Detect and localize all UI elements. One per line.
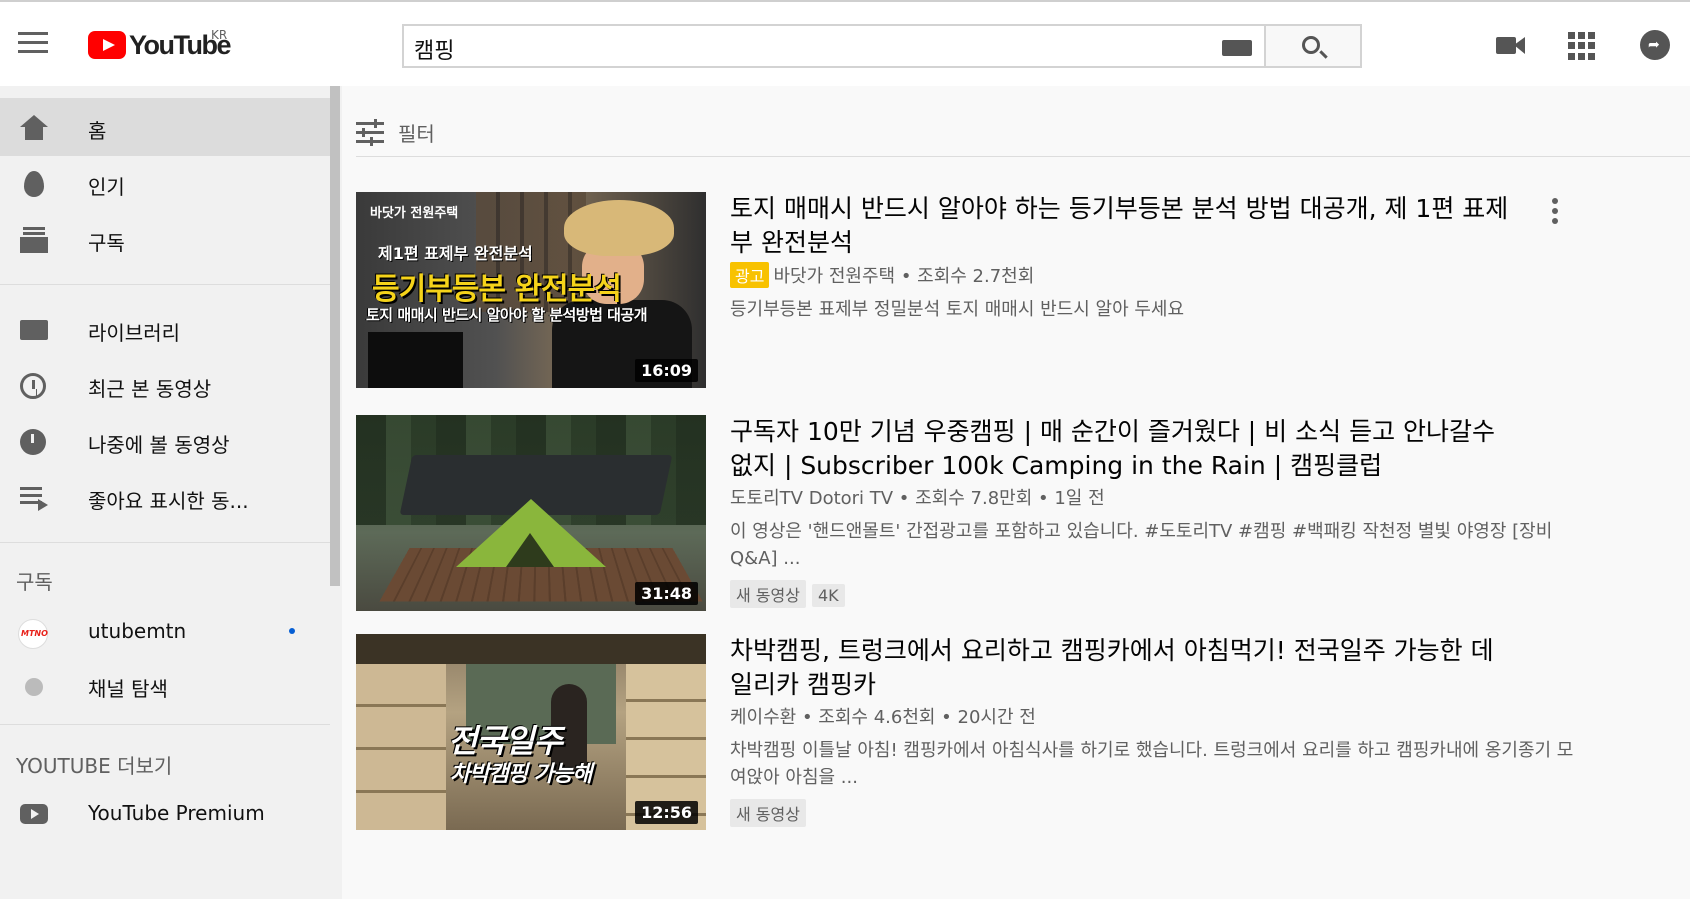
home-icon [20, 115, 48, 141]
video-duration: 16:09 [635, 359, 698, 382]
thumbnail-text: 바닷가 전원주택 [370, 206, 459, 221]
sidebar-item-label: 나중에 볼 동영상 [88, 433, 230, 457]
new-content-dot [289, 628, 295, 634]
keyboard-icon[interactable] [1222, 40, 1252, 56]
sidebar-item-history[interactable]: 최근 본 동영상 [0, 356, 330, 414]
sidebar-item-label: YouTube Premium [88, 801, 265, 825]
sidebar-divider [0, 724, 330, 725]
history-icon [20, 373, 46, 399]
folder-icon [20, 320, 48, 340]
video-meta: 케이수환 • 조회수 4.6천회 • 20시간 전 [730, 707, 1036, 728]
video-description: 이 영상은 '핸드앤몰트' 간접광고를 포함하고 있습니다. #도토리TV #캠… [730, 521, 1553, 569]
video-badges: 새 동영상 4K [730, 580, 851, 608]
video-badges: 새 동영상 [730, 799, 812, 827]
sidebar-item-label: utubemtn [88, 619, 187, 643]
thumbnail-text: 등기부등본 완전분석 [372, 272, 622, 307]
youtube-play-icon [88, 31, 126, 59]
sidebar-divider [0, 542, 330, 543]
new-video-badge: 새 동영상 [730, 580, 806, 608]
fire-icon [24, 171, 44, 197]
clock-icon [20, 429, 46, 455]
youtube-icon [20, 804, 48, 824]
sidebar-item-trending[interactable]: 인기 [0, 154, 330, 212]
thumbnail-text: 토지 매매시 반드시 알아야 할 분석방법 대공개 [366, 306, 648, 324]
video-title[interactable]: 구독자 10만 기념 우중캠핑 | 매 순간이 즐거웠다 | 비 소식 듣고 안… [730, 415, 1510, 483]
sidebar-item-library[interactable]: 라이브러리 [0, 300, 330, 358]
search-button[interactable] [1266, 24, 1362, 68]
sidebar-item-liked-videos[interactable]: 좋아요 표시한 동... [0, 468, 330, 526]
video-meta-text: 바닷가 전원주택 • 조회수 2.7천회 [773, 266, 1035, 287]
sidebar-item-channel-utubemtn[interactable]: MTNO utubemtn [0, 602, 330, 660]
region-code: KR [211, 28, 228, 42]
video-thumbnail[interactable]: 전국일주 차박캠핑 가능해 12:56 [356, 634, 706, 830]
video-duration: 31:48 [635, 582, 698, 605]
video-result: 전국일주 차박캠핑 가능해 12:56 차박캠핑, 트렁크에서 요리하고 캠핑카… [356, 634, 1676, 830]
ad-badge: 광고 [730, 262, 770, 288]
sidebar-item-label: 인기 [88, 175, 125, 199]
youtube-logo[interactable]: YouTube KR [88, 28, 231, 60]
video-title[interactable]: 토지 매매시 반드시 알아야 하는 등기부등본 분석 방법 대공개, 제 1편 … [730, 192, 1510, 260]
video-title[interactable]: 차박캠핑, 트렁크에서 요리하고 캠핑카에서 아침먹기! 전국일주 가능한 데일… [730, 634, 1510, 702]
search-input[interactable]: 캠핑 [402, 24, 1266, 68]
video-result: 31:48 구독자 10만 기념 우중캠핑 | 매 순간이 즐거웠다 | 비 소… [356, 415, 1676, 611]
video-result: 바닷가 전원주택 제1편 표제부 완전분석 등기부등본 완전분석 토지 매매시 … [356, 192, 1676, 388]
sidebar-item-youtube-premium[interactable]: YouTube Premium [0, 784, 330, 842]
more-actions-icon[interactable] [1552, 198, 1560, 224]
sidebar-item-label: 채널 탐색 [88, 677, 168, 701]
4k-badge: 4K [811, 584, 845, 607]
subscriptions-section-title: 구독 [16, 570, 53, 594]
sidebar-item-watch-later[interactable]: 나중에 볼 동영상 [0, 412, 330, 470]
add-circle-icon [25, 678, 43, 696]
create-video-icon[interactable] [1496, 30, 1526, 60]
sidebar-item-browse-channels[interactable]: 채널 탐색 [0, 656, 330, 714]
sidebar-item-label: 좋아요 표시한 동... [88, 489, 249, 513]
playlist-icon [20, 485, 48, 511]
sidebar-scrollbar[interactable] [330, 86, 340, 586]
video-description: 등기부등본 표제부 정밀분석 토지 매매시 반드시 알아 두세요 [730, 299, 1185, 320]
new-video-badge: 새 동영상 [730, 799, 806, 827]
sidebar-item-label: 라이브러리 [88, 321, 180, 345]
thumbnail-text: 제1편 표제부 완전분석 [378, 244, 533, 263]
video-meta: 광고 바닷가 전원주택 • 조회수 2.7천회 [730, 262, 1034, 288]
top-bar: YouTube KR 캠핑 ➦ [0, 0, 1690, 86]
sidebar-item-label: 최근 본 동영상 [88, 377, 212, 401]
video-thumbnail[interactable]: 바닷가 전원주택 제1편 표제부 완전분석 등기부등본 완전분석 토지 매매시 … [356, 192, 706, 388]
apps-grid-icon[interactable] [1568, 30, 1598, 60]
sidebar-divider [0, 284, 330, 285]
video-description: 차박캠핑 이틀날 아침! 캠핑카에서 아침식사를 하기로 했습니다. 트렁크에서… [730, 740, 1574, 788]
sidebar-item-subscriptions[interactable]: 구독 [0, 210, 330, 268]
video-thumbnail[interactable]: 31:48 [356, 415, 706, 611]
video-meta: 도토리TV Dotori TV • 조회수 7.8만회 • 1일 전 [730, 488, 1105, 509]
share-icon[interactable]: ➦ [1640, 30, 1670, 60]
search-icon [1302, 36, 1320, 54]
filter-divider [356, 156, 1690, 157]
video-duration: 12:56 [635, 801, 698, 824]
search-query: 캠핑 [414, 39, 455, 64]
subscriptions-icon [20, 227, 48, 253]
thumbnail-text: 차박캠핑 가능해 [450, 762, 592, 787]
sidebar-item-label: 홈 [88, 119, 107, 143]
filter-button[interactable]: 필터 [356, 112, 435, 152]
sidebar-item-home[interactable]: 홈 [0, 98, 330, 156]
channel-avatar: MTNO [18, 619, 48, 649]
filter-sliders-icon [356, 119, 384, 146]
hamburger-menu-icon[interactable] [18, 32, 48, 56]
sidebar-item-label: 구독 [88, 231, 125, 255]
filter-label: 필터 [398, 121, 435, 146]
more-section-title: YOUTUBE 더보기 [16, 754, 173, 778]
